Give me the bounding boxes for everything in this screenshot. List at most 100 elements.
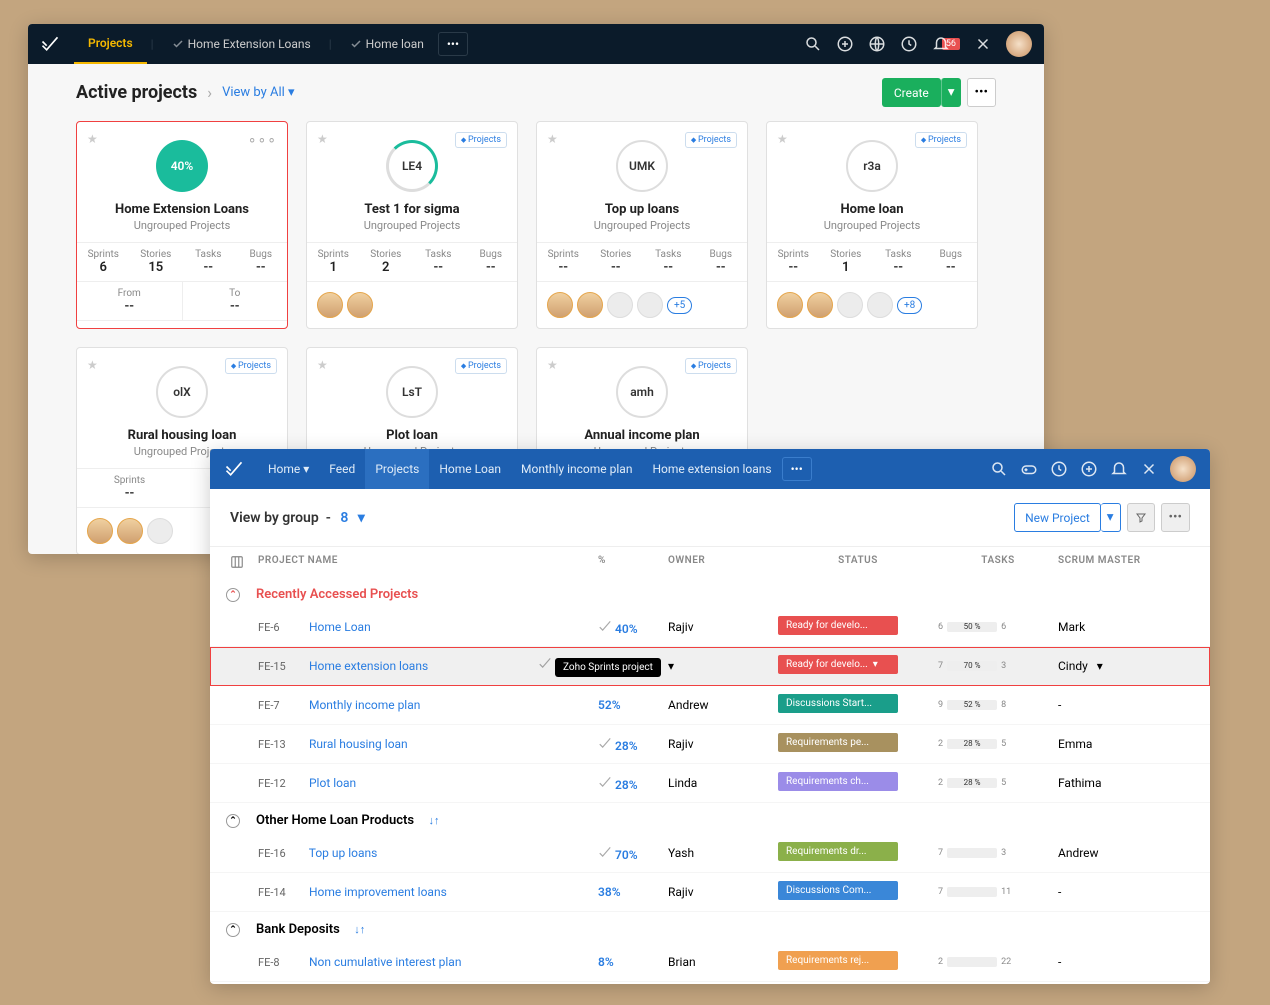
table-row[interactable]: FE-8 Non cumulative interest plan8%Brian… <box>210 943 1210 982</box>
project-card[interactable]: ★ProjectsUMKTop up loansUngrouped Projec… <box>536 121 748 329</box>
nav-tab[interactable]: Home extension loans <box>642 449 781 489</box>
nav-tab[interactable]: Monthly income plan <box>511 449 642 489</box>
more-members[interactable]: +5 <box>667 297 692 314</box>
star-icon[interactable]: ★ <box>87 132 98 146</box>
status-pill[interactable]: Requirements rej... <box>778 951 898 970</box>
create-button[interactable]: Create <box>882 78 941 107</box>
tools-icon[interactable] <box>974 35 992 53</box>
overflow-button[interactable]: ••• <box>782 457 812 481</box>
project-card[interactable]: ★∘∘∘40%Home Extension LoansUngrouped Pro… <box>76 121 288 329</box>
create-dropdown[interactable]: ▾ <box>941 78 961 107</box>
project-link[interactable]: Top up loans <box>309 846 378 860</box>
more-button[interactable]: ••• <box>967 78 997 107</box>
member-avatar[interactable] <box>867 292 893 318</box>
sort-icon[interactable]: ↓↑ <box>354 923 365 936</box>
group-header[interactable]: ⌃Recently Accessed Projects <box>210 577 1210 608</box>
member-avatar[interactable] <box>147 518 173 544</box>
member-avatar[interactable] <box>837 292 863 318</box>
group-header[interactable]: ⌃Other Home Loan Products ↓↑ <box>210 803 1210 834</box>
collapse-icon[interactable]: ⌃ <box>226 923 240 937</box>
nav-projects[interactable]: Projects <box>74 24 147 64</box>
breadcrumb-item[interactable]: Home Extension Loans <box>158 24 325 64</box>
nav-tab[interactable]: Feed <box>319 449 365 489</box>
project-link[interactable]: Rural housing loan <box>309 737 408 751</box>
status-pill[interactable]: Requirements pe... <box>778 733 898 752</box>
projects-tag[interactable]: Projects <box>685 358 737 374</box>
table-row[interactable]: FE-7 Monthly income plan52%AndrewDiscuss… <box>210 686 1210 725</box>
star-icon[interactable]: ★ <box>547 358 558 372</box>
table-row[interactable]: FE-13 Rural housing loan 28%RajivRequire… <box>210 725 1210 764</box>
star-icon[interactable]: ★ <box>547 132 558 146</box>
view-by-group[interactable]: View by group - 8 ▾ <box>230 510 365 526</box>
card-menu[interactable]: ∘∘∘ <box>248 132 277 148</box>
project-card[interactable]: ★Projectsr3aHome loanUngrouped ProjectsS… <box>766 121 978 329</box>
status-pill[interactable]: Discussions Start... <box>778 694 898 713</box>
projects-tag[interactable]: Projects <box>915 132 967 148</box>
new-project-button[interactable]: New Project <box>1014 503 1101 532</box>
clock-icon[interactable] <box>1050 460 1068 478</box>
status-pill[interactable]: Requirements ch... <box>778 772 898 791</box>
status-pill[interactable]: Requirements dr... <box>778 842 898 861</box>
plus-icon[interactable] <box>1080 460 1098 478</box>
project-link[interactable]: Monthly income plan <box>309 698 420 712</box>
nav-tab[interactable]: Home Loan <box>429 449 511 489</box>
status-pill[interactable]: Ready for develo... <box>778 616 898 635</box>
projects-tag[interactable]: Projects <box>455 132 507 148</box>
table-row[interactable]: FE-6 Home Loan 40%RajivReady for develo.… <box>210 608 1210 647</box>
project-link[interactable]: Plot loan <box>309 776 356 790</box>
star-icon[interactable]: ★ <box>317 358 328 372</box>
clock-icon[interactable] <box>900 35 918 53</box>
member-avatar[interactable] <box>637 292 663 318</box>
member-avatar[interactable] <box>807 292 833 318</box>
table-row[interactable]: FE-12 Plot loan 28%LindaRequirements ch.… <box>210 764 1210 803</box>
user-avatar[interactable] <box>1006 31 1032 57</box>
table-row[interactable]: FE-14 Home improvement loans38%RajivDisc… <box>210 873 1210 912</box>
status-pill[interactable]: Ready for develo... ▾ <box>778 655 898 674</box>
projects-tag[interactable]: Projects <box>225 358 277 374</box>
project-link[interactable]: Home extension loans <box>309 659 428 673</box>
new-project-dropdown[interactable]: ▾ <box>1101 503 1121 532</box>
group-header[interactable]: ⌃Bank Deposits ↓↑ <box>210 912 1210 943</box>
bell-icon[interactable] <box>932 35 950 53</box>
projects-tag[interactable]: Projects <box>685 132 737 148</box>
table-row[interactable]: FE-16 Top up loans 70%YashRequirements d… <box>210 834 1210 873</box>
user-avatar[interactable] <box>1170 456 1196 482</box>
project-link[interactable]: Home Loan <box>309 620 371 634</box>
member-avatar[interactable] <box>347 292 373 318</box>
breadcrumb-item[interactable]: Home loan <box>336 24 438 64</box>
star-icon[interactable]: ★ <box>777 132 788 146</box>
columns-icon[interactable] <box>230 555 244 569</box>
sort-icon[interactable]: ↓↑ <box>429 814 440 827</box>
view-filter[interactable]: View by All ▾ <box>222 85 294 100</box>
bell-icon[interactable] <box>1110 460 1128 478</box>
nav-tab[interactable]: Home ▾ <box>258 449 319 489</box>
more-button[interactable]: ••• <box>1161 503 1191 532</box>
table-row[interactable]: FE-7 Monthly income plan52%AndrewDiscuss… <box>210 982 1210 984</box>
collapse-icon[interactable]: ⌃ <box>226 814 240 828</box>
overflow-button[interactable]: ••• <box>438 32 468 56</box>
member-avatar[interactable] <box>547 292 573 318</box>
member-avatar[interactable] <box>577 292 603 318</box>
star-icon[interactable]: ★ <box>317 132 328 146</box>
plus-icon[interactable] <box>836 35 854 53</box>
member-avatar[interactable] <box>317 292 343 318</box>
status-pill[interactable]: Discussions Com... <box>778 881 898 900</box>
collapse-icon[interactable]: ⌃ <box>226 588 240 602</box>
member-avatar[interactable] <box>607 292 633 318</box>
search-icon[interactable] <box>804 35 822 53</box>
project-card[interactable]: ★ProjectsLE4Test 1 for sigmaUngrouped Pr… <box>306 121 518 329</box>
table-row[interactable]: FE-15 Home extension loans Zoho Sprints … <box>210 647 1210 686</box>
tools-icon[interactable] <box>1140 460 1158 478</box>
project-link[interactable]: Home improvement loans <box>309 885 447 899</box>
gamepad-icon[interactable] <box>1020 460 1038 478</box>
project-link[interactable]: Non cumulative interest plan <box>309 955 461 969</box>
filter-button[interactable] <box>1127 503 1155 532</box>
search-icon[interactable] <box>990 460 1008 478</box>
member-avatar[interactable] <box>117 518 143 544</box>
nav-tab[interactable]: Projects <box>365 449 429 489</box>
member-avatar[interactable] <box>87 518 113 544</box>
more-members[interactable]: +8 <box>897 297 922 314</box>
globe-icon[interactable] <box>868 35 886 53</box>
member-avatar[interactable] <box>777 292 803 318</box>
star-icon[interactable]: ★ <box>87 358 98 372</box>
